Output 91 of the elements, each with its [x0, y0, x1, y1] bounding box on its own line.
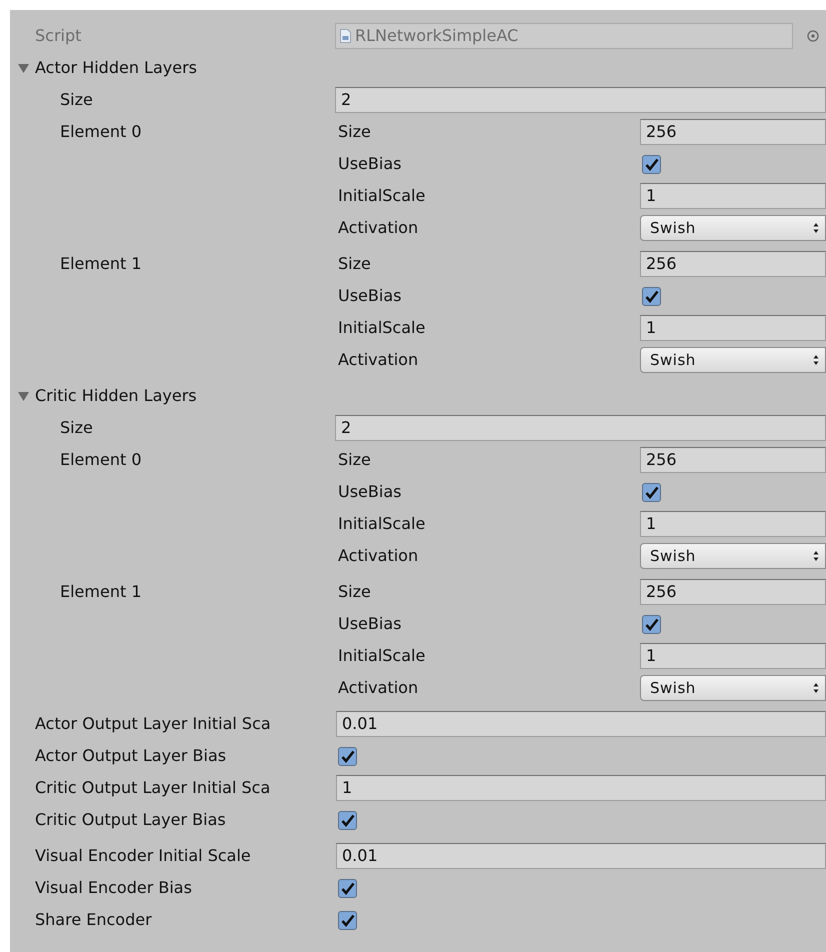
disclosure-triangle-icon: [18, 390, 29, 402]
number-field[interactable]: 2: [335, 87, 826, 113]
up-down-arrows-icon: [813, 354, 819, 366]
up-down-arrows-icon: [813, 222, 819, 234]
field-label: Size: [337, 253, 372, 275]
checkbox[interactable]: [642, 286, 661, 306]
field-label: UseBias: [337, 285, 402, 307]
dropdown-value: Swish: [650, 218, 697, 239]
field-value: 256: [646, 449, 677, 471]
setting-label: Critic Output Layer Initial Sca: [34, 777, 272, 799]
size-label: Size: [59, 417, 94, 439]
field-value: 2: [341, 417, 352, 439]
dropdown[interactable]: Swish: [640, 215, 826, 241]
checkbox[interactable]: [338, 878, 357, 898]
number-field[interactable]: 256: [640, 579, 826, 605]
field-value: 256: [646, 581, 677, 603]
number-field[interactable]: 256: [640, 119, 826, 145]
field-value: 1: [342, 777, 352, 799]
field-label: InitialScale: [337, 185, 426, 207]
checkmark-icon: [340, 882, 354, 894]
number-field[interactable]: 256: [640, 447, 826, 473]
field-value: 1: [646, 645, 656, 667]
checkmark-icon: [644, 158, 658, 170]
field-label: Activation: [337, 677, 420, 699]
foldout[interactable]: Critic Hidden Layers: [10, 380, 197, 412]
number-field[interactable]: 1: [640, 315, 826, 341]
checkbox[interactable]: [642, 154, 661, 174]
setting-label: Share Encoder: [34, 909, 153, 931]
number-field[interactable]: 1: [336, 775, 826, 801]
element-label: Element 0: [60, 121, 142, 143]
field-label: Activation: [337, 349, 420, 371]
field-label: InitialScale: [337, 317, 426, 339]
setting-label: Critic Output Layer Bias: [34, 809, 227, 831]
setting-label: Actor Output Layer Bias: [34, 745, 228, 767]
number-field[interactable]: 0.01: [336, 843, 826, 869]
size-label: Size: [59, 89, 94, 111]
setting-label: Visual Encoder Bias: [34, 877, 193, 899]
field-value: 256: [646, 253, 677, 275]
field-label: UseBias: [337, 481, 402, 503]
field-value: 1: [646, 317, 656, 339]
field-label: Activation: [337, 217, 420, 239]
checkbox[interactable]: [338, 910, 357, 930]
field-label: Size: [337, 581, 372, 603]
target-icon[interactable]: [807, 30, 819, 42]
number-field[interactable]: 0.01: [336, 711, 826, 737]
foldout[interactable]: Actor Hidden Layers: [10, 52, 197, 84]
field-label: UseBias: [337, 613, 402, 635]
field-label: Size: [337, 121, 372, 143]
number-field[interactable]: 256: [640, 251, 826, 277]
script-label: Script: [34, 25, 82, 47]
field-label: Activation: [337, 545, 420, 567]
checkbox[interactable]: [642, 614, 661, 634]
checkbox[interactable]: [338, 746, 357, 766]
dropdown[interactable]: Swish: [640, 347, 826, 373]
dropdown-value: Swish: [650, 678, 697, 699]
checkbox[interactable]: [642, 482, 661, 502]
field-value: 1: [646, 513, 656, 535]
field-value: 0.01: [342, 713, 378, 735]
checkmark-icon: [340, 814, 354, 826]
field-value: 256: [646, 121, 677, 143]
checkmark-icon: [644, 290, 658, 302]
up-down-arrows-icon: [813, 550, 819, 562]
number-field[interactable]: 1: [640, 511, 826, 537]
field-label: Size: [337, 449, 372, 471]
disclosure-triangle-icon: [18, 62, 29, 74]
checkmark-icon: [340, 914, 354, 926]
script-file-icon: [340, 29, 351, 43]
checkmark-icon: [644, 486, 658, 498]
field-value: 2: [341, 89, 352, 111]
setting-label: Actor Output Layer Initial Sca: [34, 713, 272, 735]
element-label: Element 0: [60, 449, 142, 471]
field-value: 0.01: [342, 845, 378, 867]
field-label: UseBias: [337, 153, 402, 175]
dropdown-value: Swish: [650, 350, 697, 371]
element-label: Element 1: [60, 253, 142, 275]
up-down-arrows-icon: [813, 682, 819, 694]
dropdown[interactable]: Swish: [640, 543, 826, 569]
checkbox[interactable]: [338, 810, 357, 830]
number-field[interactable]: 2: [335, 415, 826, 441]
dropdown-value: Swish: [650, 546, 697, 567]
field-label: InitialScale: [337, 645, 426, 667]
setting-label: Visual Encoder Initial Scale: [34, 845, 252, 867]
number-field[interactable]: 1: [640, 643, 826, 669]
field-label: InitialScale: [337, 513, 426, 535]
dropdown[interactable]: Swish: [640, 675, 826, 701]
script-name: RLNetworkSimpleAC: [355, 25, 518, 47]
checkmark-icon: [644, 618, 658, 630]
field-value: 1: [646, 185, 656, 207]
number-field[interactable]: 1: [640, 183, 826, 209]
checkmark-icon: [340, 750, 354, 762]
element-label: Element 1: [60, 581, 142, 603]
